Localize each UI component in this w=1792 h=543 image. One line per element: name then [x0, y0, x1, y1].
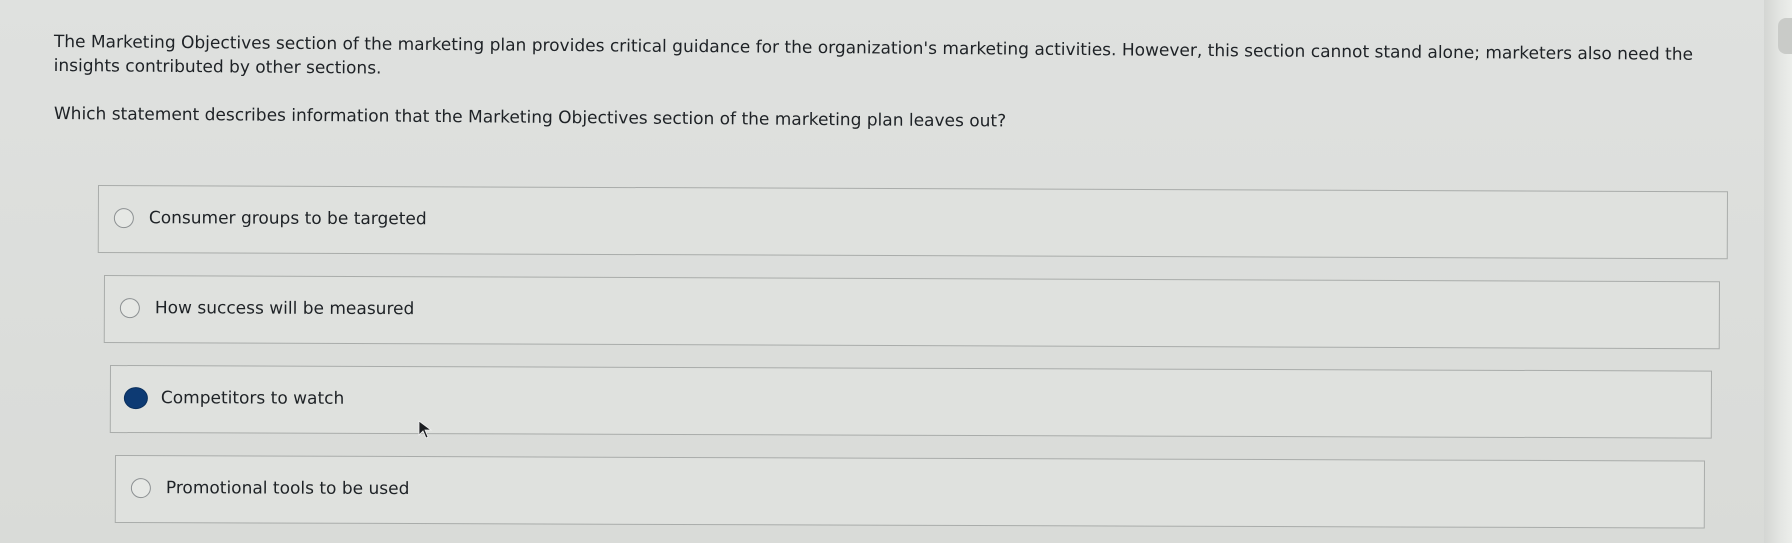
- choice-success-measured[interactable]: How success will be measured: [103, 275, 1720, 350]
- choice-consumer-groups[interactable]: Consumer groups to be targeted: [97, 185, 1728, 260]
- question-card: The Marketing Objectives section of the …: [0, 0, 1775, 543]
- choice-promotional-tools[interactable]: Promotional tools to be used: [114, 455, 1705, 529]
- choice-label: Promotional tools to be used: [165, 478, 410, 500]
- answer-choices: Consumer groups to be targeted How succe…: [0, 0, 1775, 543]
- radio-button-icon[interactable]: [130, 478, 151, 499]
- radio-button-icon[interactable]: [113, 208, 134, 229]
- choice-label: How success will be measured: [154, 298, 415, 320]
- screen-edge: [1764, 0, 1792, 543]
- mouse-pointer-icon: [418, 420, 433, 439]
- choice-competitors[interactable]: Competitors to watch: [109, 365, 1712, 439]
- edge-tab: [1778, 18, 1792, 54]
- radio-button-selected-icon[interactable]: [123, 387, 148, 410]
- choice-label: Consumer groups to be targeted: [148, 208, 427, 230]
- choice-label: Competitors to watch: [160, 388, 345, 409]
- radio-button-icon[interactable]: [119, 298, 140, 319]
